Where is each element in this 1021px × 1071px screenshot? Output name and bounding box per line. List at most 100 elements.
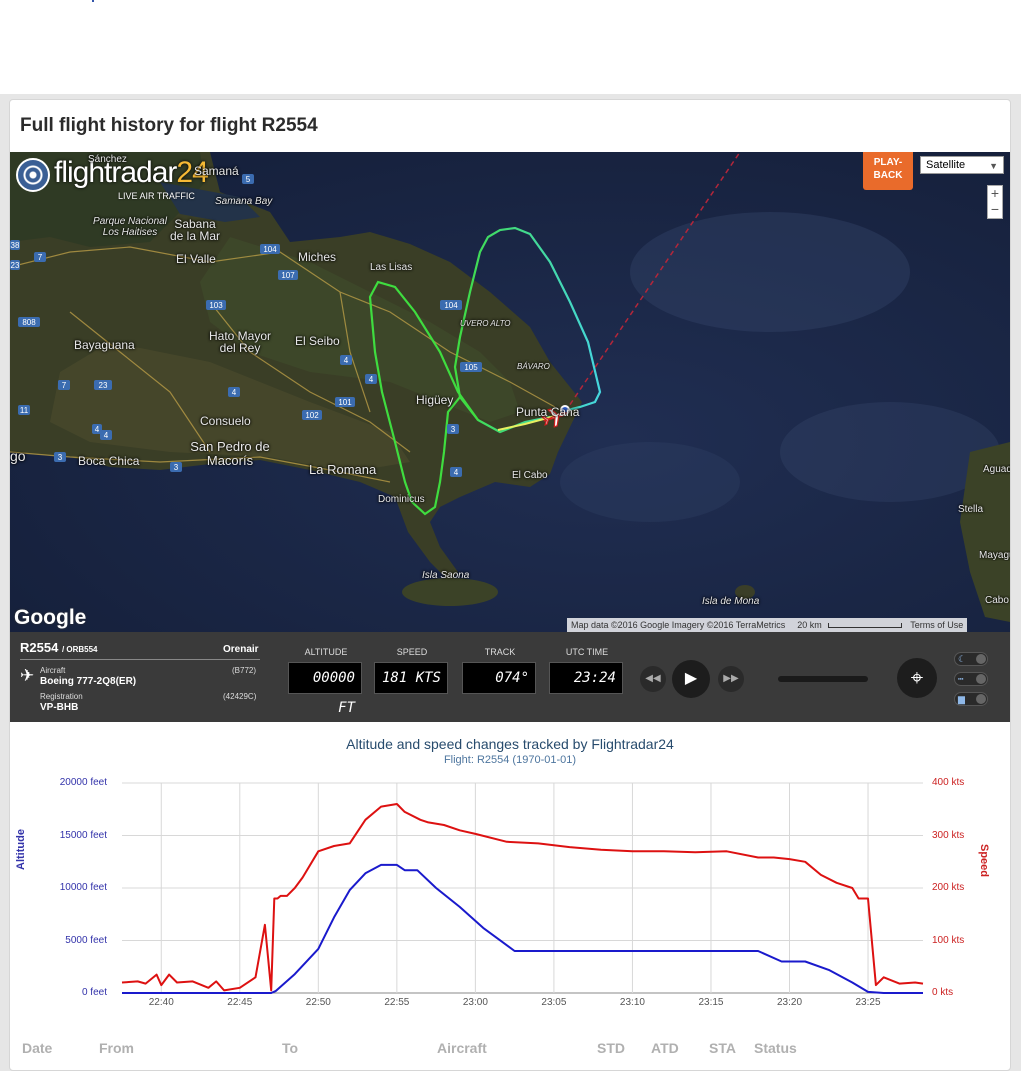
svg-text:3: 3 — [58, 453, 63, 462]
map-type-select[interactable]: Satellite ▼ — [920, 156, 1004, 174]
aircraft-code: (B772) — [232, 666, 257, 675]
flight-info-bar: R2554 / ORB554 Orenair ✈ Aircraft (B772)… — [10, 632, 1010, 722]
crosshair-icon: ⌖ — [910, 665, 924, 690]
x-tick-label: 23:15 — [698, 997, 724, 1008]
chart-plot — [121, 782, 924, 994]
speed-label: SPEED — [396, 647, 428, 657]
svg-text:7: 7 — [38, 253, 43, 262]
place-label: Bávaro — [517, 362, 550, 371]
google-logo: Google — [14, 606, 87, 629]
chart-toggle[interactable]: ▆ — [954, 692, 988, 706]
logo-tagline: LIVE AIR TRAFFIC — [118, 191, 195, 201]
svg-text:107: 107 — [281, 271, 295, 280]
play-button[interactable]: ▶ — [672, 660, 710, 698]
track-toggle[interactable]: ┅ — [954, 672, 988, 686]
night-mode-toggle[interactable]: ☾ — [954, 652, 988, 666]
scale-bar — [828, 623, 903, 629]
y-tick-label-left: 10000 feet — [59, 882, 107, 893]
center-map-button[interactable]: ⌖ — [897, 658, 937, 698]
column-atd[interactable]: ATD — [651, 1040, 679, 1056]
registration-label: Registration — [40, 692, 83, 701]
y-tick-label-right: 300 kts — [932, 829, 965, 841]
place-label: Punta Cana — [516, 405, 580, 419]
svg-text:4: 4 — [104, 431, 109, 440]
svg-text:3: 3 — [174, 463, 179, 472]
aircraft-model: Boeing 777-2Q8(ER) — [40, 676, 137, 687]
y-tick-label-left: 0 feet — [81, 987, 107, 998]
track-line-icon: ┅ — [958, 674, 964, 684]
place-label: Samana Bay — [215, 196, 273, 207]
zoom-out-button[interactable]: − — [988, 202, 1002, 218]
rewind-icon: ◀◀ — [645, 673, 661, 684]
map-data-credit: Map data ©2016 Google Imagery ©2016 Terr… — [571, 620, 786, 630]
column-from[interactable]: From — [99, 1040, 134, 1056]
y-tick-label-left: 5000 feet — [65, 934, 107, 946]
place-label: Uvero Alto — [460, 319, 511, 328]
svg-text:105: 105 — [464, 363, 478, 372]
svg-text:104: 104 — [444, 301, 458, 310]
fast-forward-icon: ▶▶ — [723, 673, 739, 684]
place-label: Samaná — [194, 164, 239, 178]
track-readout: 074° — [462, 662, 536, 694]
toggle-knob — [976, 654, 986, 664]
altitude-label: ALTITUDE — [304, 647, 348, 657]
svg-text:104: 104 — [263, 245, 277, 254]
map-attribution: Map data ©2016 Google Imagery ©2016 Terr… — [567, 618, 968, 632]
column-status[interactable]: Status — [754, 1040, 797, 1056]
place-label: Dominicus — [378, 494, 425, 505]
toggle-knob — [976, 674, 986, 684]
scale-label: 20 km — [797, 620, 822, 630]
y-tick-label-right: 100 kts — [932, 934, 965, 946]
series-line-altitude — [122, 863, 923, 994]
flight-history-panel: Full flight history for flight R2554 5 1… — [9, 99, 1011, 1071]
svg-text:23: 23 — [99, 381, 108, 390]
svg-text:808: 808 — [22, 318, 36, 327]
toggle-knob — [976, 694, 986, 704]
svg-text:102: 102 — [305, 411, 319, 420]
place-label: Higüey — [416, 393, 454, 407]
zoom-in-button[interactable]: + — [988, 186, 1002, 202]
place-label: Las Lisas — [370, 262, 413, 273]
x-tick-label: 23:10 — [619, 997, 645, 1008]
svg-text:5: 5 — [246, 175, 251, 184]
svg-text:3: 3 — [451, 425, 456, 434]
airline-name: Orenair — [223, 644, 259, 655]
utc-time-label: UTC TIME — [565, 647, 609, 657]
flight-history-table-header: Date From To Aircraft STD ATD STA Status — [10, 1028, 1010, 1068]
fast-forward-button[interactable]: ▶▶ — [718, 666, 744, 692]
map-scale: 20 km — [789, 620, 906, 630]
svg-text:4: 4 — [95, 425, 100, 434]
y-tick-label-left: 15000 feet — [59, 829, 107, 841]
column-to[interactable]: To — [282, 1040, 298, 1056]
column-aircraft[interactable]: Aircraft — [437, 1040, 487, 1056]
altitude-speed-chart: Altitude and speed changes tracked by Fl… — [10, 722, 1010, 1022]
divider — [20, 659, 260, 660]
place-label: Parque Nacional Los Haitises — [93, 216, 167, 238]
svg-text:101: 101 — [338, 398, 352, 407]
y-tick-label-right: 200 kts — [932, 882, 965, 893]
column-std[interactable]: STD — [597, 1040, 625, 1056]
flight-map[interactable]: 5 104 107 103 104 105 808 102 101 4 23 7 443 443… — [10, 152, 1010, 632]
place-label: Consuelo — [200, 414, 251, 428]
chevron-down-icon: ▼ — [989, 161, 998, 171]
terms-link[interactable]: Terms of Use — [906, 620, 967, 630]
place-label: San Pedro de Macorís — [190, 439, 270, 468]
playback-button[interactable]: PLAY-BACK — [863, 152, 913, 190]
rewind-button[interactable]: ◀◀ — [640, 666, 666, 692]
place-label: Cabo Rojo — [985, 595, 1010, 606]
y-tick-label-right: 400 kts — [932, 777, 965, 788]
place-label: Aguadilla — [983, 464, 1010, 475]
place-label: Isla de Mona — [702, 596, 760, 607]
radar-icon — [16, 158, 50, 192]
speed-readout: 181 KTS — [374, 662, 448, 694]
place-label: El Valle — [176, 252, 216, 266]
x-tick-label: 22:50 — [305, 997, 331, 1008]
map-type-value: Satellite — [926, 159, 966, 171]
ad-marker — [92, 0, 94, 2]
column-sta[interactable]: STA — [709, 1040, 736, 1056]
playback-slider[interactable] — [778, 676, 868, 682]
chart-icon: ▆ — [958, 694, 965, 704]
column-date[interactable]: Date — [22, 1040, 52, 1056]
airplane-icon: ✈ — [20, 666, 35, 685]
place-label: Isla Saona — [422, 570, 470, 581]
